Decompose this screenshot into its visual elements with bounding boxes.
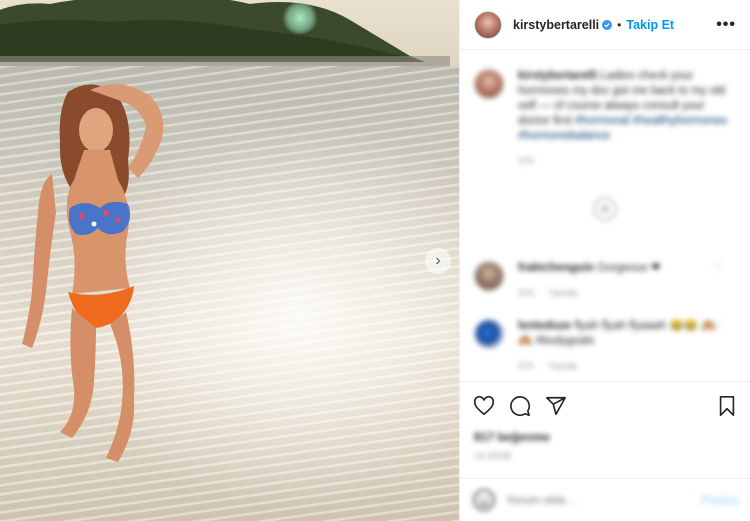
caption-username[interactable]: kirstybertarelli: [518, 70, 597, 82]
emoji-icon[interactable]: [472, 488, 496, 512]
separator-dot: •: [617, 17, 622, 32]
author-username[interactable]: kirstybertarelli: [513, 18, 599, 32]
follow-button[interactable]: Takip Et: [626, 18, 674, 32]
add-comment-bar: Paylaş: [460, 478, 750, 521]
bookmark-icon[interactable]: [715, 394, 739, 418]
comment-time: 37h: [518, 361, 534, 372]
comment-meta: 37h Yanıtla: [518, 286, 728, 301]
caption-avatar[interactable]: [474, 69, 504, 99]
comment-like-icon[interactable]: ♡: [713, 261, 723, 274]
reply-button[interactable]: Yanıtla: [548, 288, 577, 299]
caption-meta: 37h: [518, 154, 728, 169]
post-sidebar: kirstybertarelli • Takip Et ••• kirstybe…: [459, 0, 750, 521]
post-comment-button[interactable]: Paylaş: [701, 493, 739, 507]
caption: kirstybertarelli Ladies check your hormo…: [474, 69, 737, 169]
comment-icon[interactable]: [508, 394, 532, 418]
comment-input[interactable]: [506, 493, 676, 507]
post-header: kirstybertarelli • Takip Et •••: [460, 0, 750, 50]
post-date: 16 EKİM: [474, 451, 512, 461]
caption-time: 37h: [518, 156, 534, 167]
comment-text-block: lenteduze flyah flyah flyaaah 😂😂 🙈🙈 #bod…: [518, 319, 728, 374]
author-avatar[interactable]: [474, 10, 502, 39]
reply-button[interactable]: Yanıtla: [548, 361, 577, 372]
next-photo-button[interactable]: ›: [425, 248, 451, 274]
heart-icon[interactable]: [472, 394, 496, 418]
lens-flare: [282, 2, 318, 34]
chevron-right-icon: ›: [435, 252, 441, 269]
photo-person: [22, 84, 164, 462]
load-more-comments-icon[interactable]: [593, 197, 617, 221]
commenter-username[interactable]: fraktchenguin: [518, 262, 594, 274]
verified-badge-icon: [602, 19, 613, 30]
comment-item: lenteduze flyah flyah flyaaah 😂😂 🙈🙈 #bod…: [474, 319, 737, 374]
photo-island: [0, 0, 450, 66]
send-icon[interactable]: [544, 394, 568, 418]
comment-text: Gorgeous ❤: [597, 262, 661, 274]
action-bar: [460, 381, 750, 429]
comment-meta: 37h Yanıtla: [518, 359, 728, 374]
like-count[interactable]: 817 beğenme: [474, 430, 550, 444]
commenter-avatar[interactable]: [474, 261, 504, 291]
comments-section: kirstybertarelli Ladies check your hormo…: [460, 51, 750, 381]
comment-text-block: fraktchenguin Gorgeous ❤ 37h Yanıtla: [518, 261, 728, 301]
commenter-username[interactable]: lenteduze: [518, 320, 571, 332]
more-options-icon[interactable]: •••: [716, 16, 736, 34]
post-photo[interactable]: ›: [0, 0, 459, 521]
comment-like-icon[interactable]: ♡: [713, 319, 723, 332]
comment-time: 37h: [518, 288, 534, 299]
comment-item: fraktchenguin Gorgeous ❤ 37h Yanıtla ♡: [474, 261, 737, 301]
caption-text-block: kirstybertarelli Ladies check your hormo…: [518, 69, 728, 169]
commenter-avatar[interactable]: [474, 319, 504, 349]
